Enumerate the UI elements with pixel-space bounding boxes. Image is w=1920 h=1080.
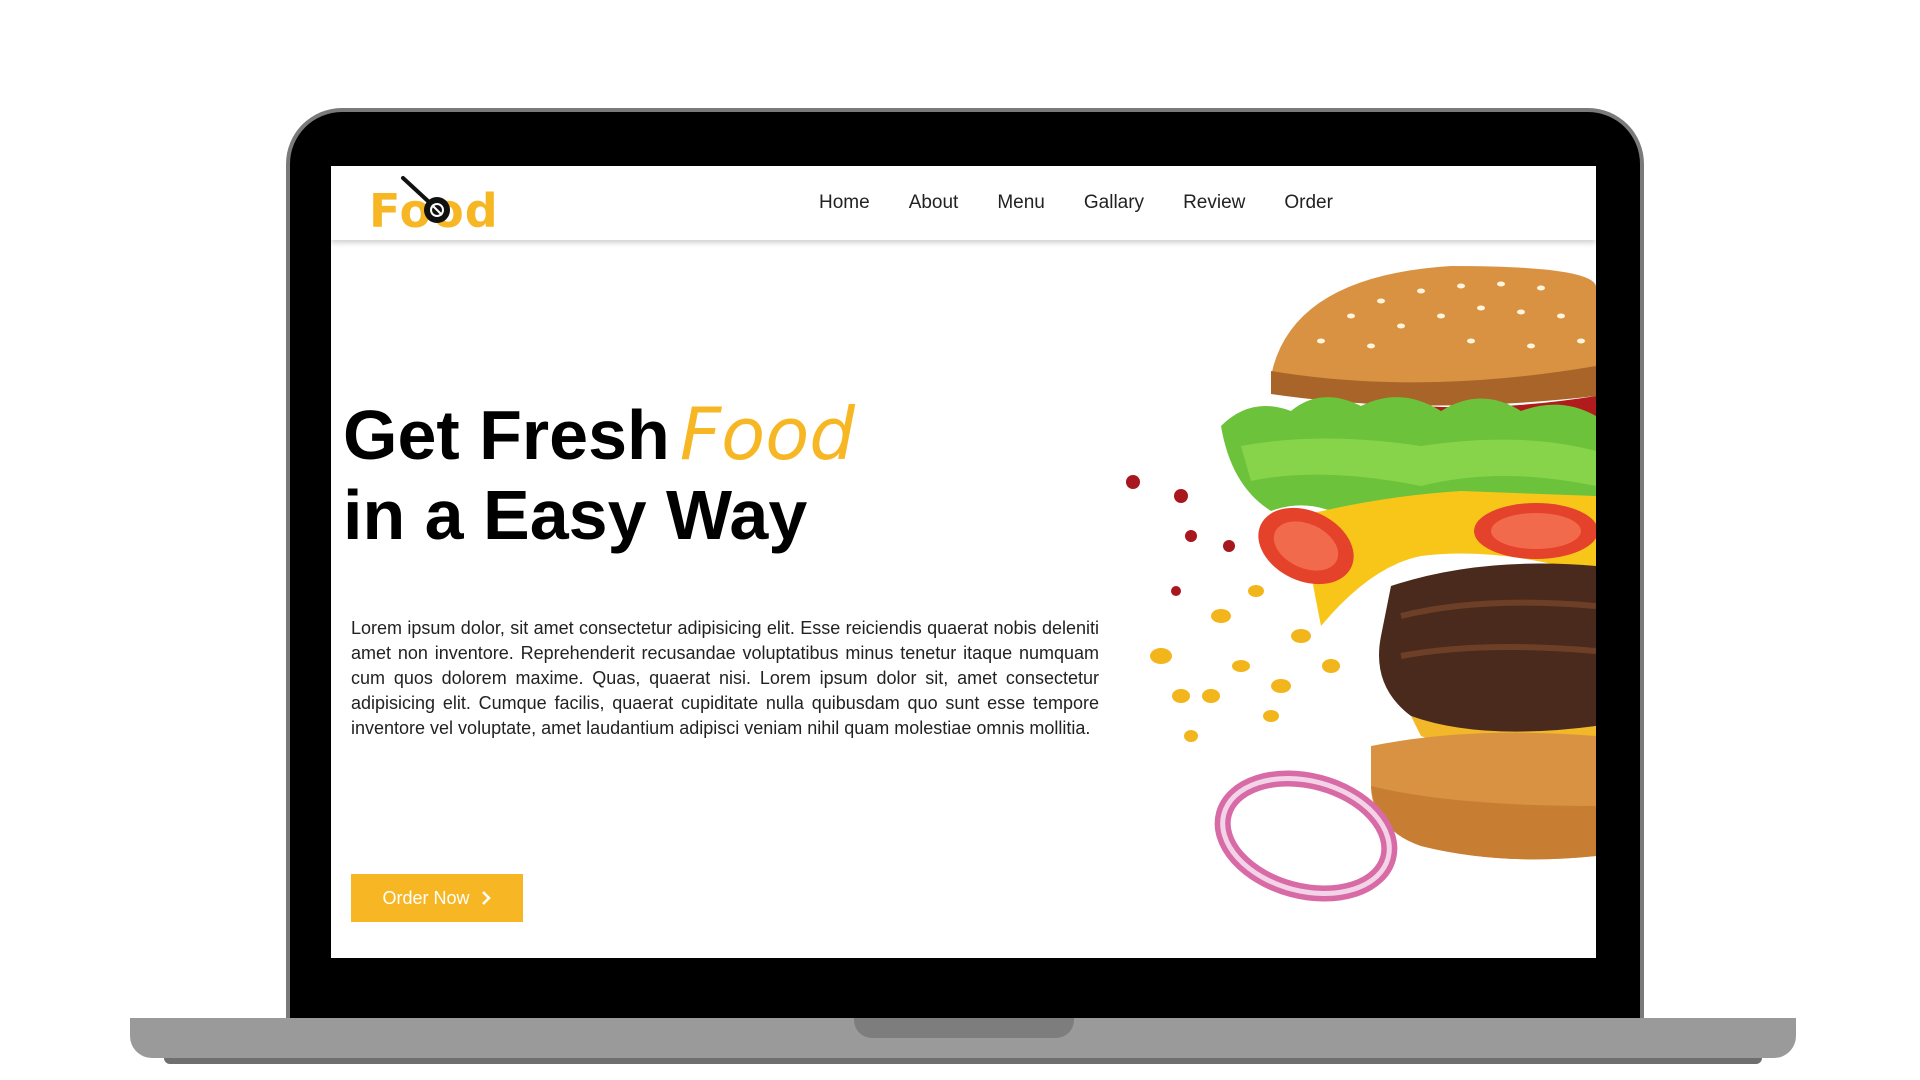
hero-description: Lorem ipsum dolor, sit amet consectetur …: [351, 618, 1099, 738]
navbar: Food Home About Menu Gallary Review Orde…: [331, 166, 1596, 240]
laptop-notch: [854, 1018, 1074, 1038]
hero-title: Get Fresh Food in a Easy Way: [343, 394, 855, 555]
nav-link-gallary[interactable]: Gallary: [1084, 192, 1144, 214]
spoon-icon: [401, 176, 450, 223]
nav-link-home[interactable]: Home: [819, 192, 870, 214]
order-now-label: Order Now: [382, 887, 470, 908]
burger-image: [1126, 266, 1596, 902]
nav-link-order[interactable]: Order: [1284, 192, 1333, 214]
hero-title-line2: in a Easy Way: [343, 476, 808, 554]
nav-link-review[interactable]: Review: [1183, 192, 1245, 214]
order-now-button[interactable]: Order Now: [351, 874, 523, 922]
logo[interactable]: Food: [369, 176, 509, 238]
website-screen: Food Home About Menu Gallary Review Orde…: [331, 166, 1596, 958]
nav-menu: Home About Menu Gallary Review Order: [819, 166, 1372, 240]
nav-link-menu[interactable]: Menu: [997, 192, 1045, 214]
chevron-right-icon: [481, 891, 491, 905]
hero-title-line1: Get Fresh: [343, 396, 670, 474]
hero-title-accent: Food: [679, 392, 855, 476]
nav-link-about[interactable]: About: [909, 192, 959, 214]
laptop-base-edge: [164, 1058, 1762, 1064]
